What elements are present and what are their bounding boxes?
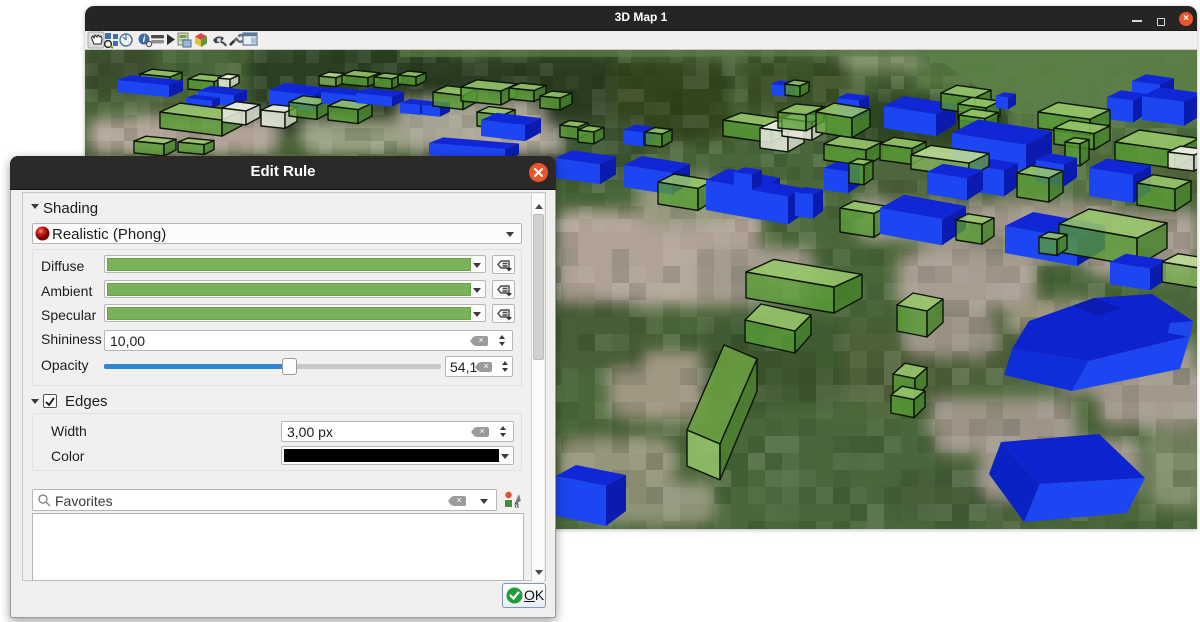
svg-text:a: a — [515, 501, 520, 509]
